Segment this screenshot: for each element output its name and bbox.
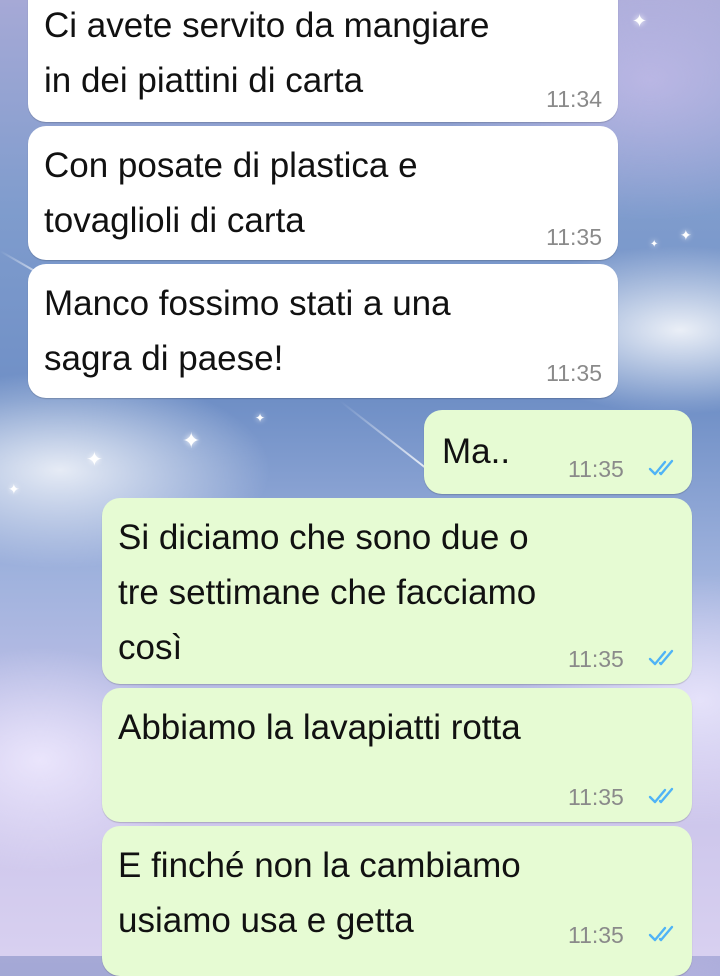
message-timestamp: 11:35 xyxy=(546,360,602,386)
sparkle-decoration: ✦ xyxy=(8,481,20,497)
outgoing-message-bubble[interactable]: E finché non la cambiamo usiamo usa e ge… xyxy=(102,826,692,976)
message-timestamp: 11:35 xyxy=(546,224,602,250)
sparkle-decoration: ✦ xyxy=(86,449,103,471)
message-timestamp: 11:35 xyxy=(568,456,624,482)
sparkle-decoration: ✦ xyxy=(680,227,692,243)
double-check-icon xyxy=(648,459,674,476)
message-text: Abbiamo la lavapiatti rotta xyxy=(118,708,521,747)
double-check-icon xyxy=(648,649,674,666)
message-text: E finché non la cambiamo usiamo usa e ge… xyxy=(118,846,521,940)
incoming-message-bubble[interactable]: Con posate di plastica e tovaglioli di c… xyxy=(28,126,618,260)
outgoing-message-bubble[interactable]: Si diciamo che sono due o tre settimane … xyxy=(102,498,692,684)
shooting-star-decoration xyxy=(339,400,436,476)
sparkle-decoration: ✦ xyxy=(632,11,648,31)
message-text: Manco fossimo stati a una sagra di paese… xyxy=(44,284,451,378)
message-text: Si diciamo che sono due o tre settimane … xyxy=(118,518,537,667)
message-text: Con posate di plastica e tovaglioli di c… xyxy=(44,146,418,240)
incoming-message-bubble[interactable]: Manco fossimo stati a una sagra di paese… xyxy=(28,264,618,398)
message-text: Ci avete servito da mangiare in dei piat… xyxy=(44,6,490,100)
message-timestamp: 11:35 xyxy=(568,646,624,672)
message-text: Ma.. xyxy=(442,432,511,471)
sparkle-decoration: ✦ xyxy=(182,428,201,453)
double-check-icon xyxy=(648,787,674,804)
message-timestamp: 11:34 xyxy=(546,86,602,112)
outgoing-message-bubble[interactable]: Abbiamo la lavapiatti rotta 11:35 xyxy=(102,688,692,822)
message-timestamp: 11:35 xyxy=(568,922,624,948)
incoming-message-bubble[interactable]: Ci avete servito da mangiare in dei piat… xyxy=(28,0,618,122)
outgoing-message-bubble[interactable]: Ma.. 11:35 xyxy=(424,410,692,494)
sparkle-decoration: ✦ xyxy=(650,239,659,250)
double-check-icon xyxy=(648,925,674,942)
message-timestamp: 11:35 xyxy=(568,784,624,810)
sparkle-decoration: ✦ xyxy=(255,411,266,425)
